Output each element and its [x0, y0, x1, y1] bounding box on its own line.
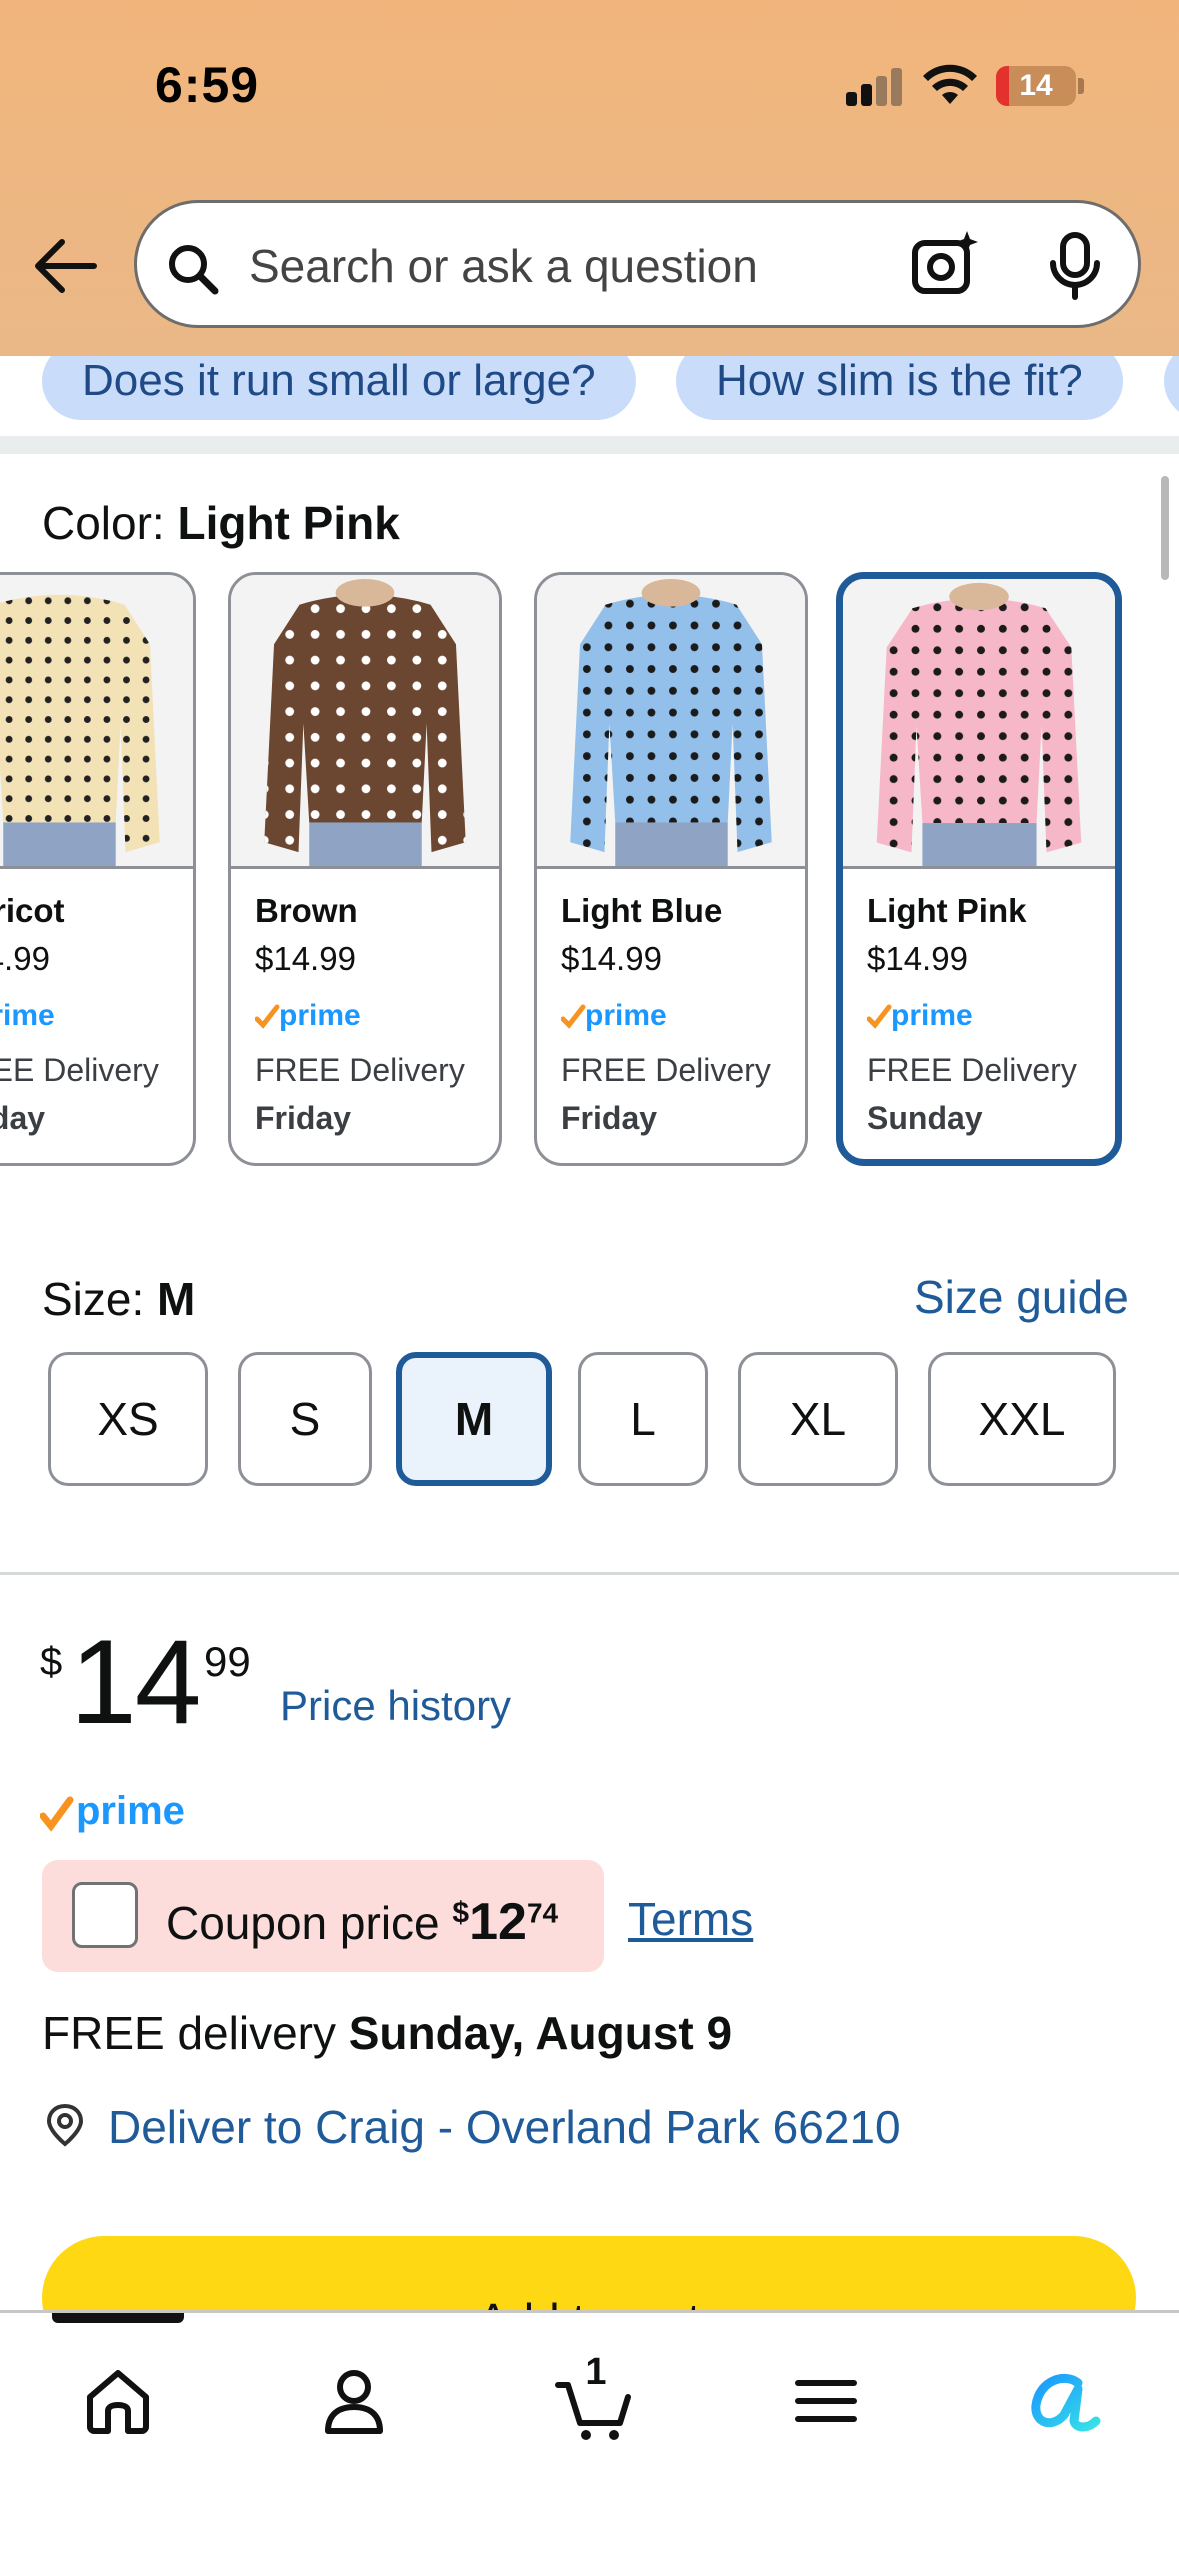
- nav-menu[interactable]: [766, 2355, 886, 2455]
- search-bar[interactable]: [134, 200, 1141, 328]
- cellular-signal-icon: [846, 66, 906, 106]
- price-whole: 14: [70, 1615, 201, 1749]
- size-guide-link[interactable]: Size guide: [914, 1270, 1129, 1324]
- color-swatch-light-pink[interactable]: Light Pink $14.99 prime FREE Delivery Su…: [836, 572, 1122, 1166]
- swatch-delivery: FREE Delivery: [0, 1052, 159, 1088]
- size-label-prefix: Size:: [42, 1273, 158, 1325]
- person-icon: [325, 2370, 383, 2434]
- price-cents: 99: [204, 1638, 251, 1685]
- active-tab-indicator: [52, 2313, 184, 2323]
- color-label-prefix: Color:: [42, 497, 178, 549]
- battery-icon: 14: [996, 66, 1076, 106]
- size-option-s[interactable]: S: [238, 1352, 372, 1486]
- question-chips: Does it run small or large? How slim is …: [0, 356, 1179, 436]
- product-image: [843, 579, 1115, 869]
- swatch-delivery-day: Sunday: [867, 1100, 983, 1136]
- search-input[interactable]: [249, 231, 809, 301]
- prime-logo-icon: prime: [40, 1789, 185, 1833]
- home-indicator-area: [0, 2486, 1179, 2556]
- scrollbar[interactable]: [1161, 476, 1169, 580]
- size-option-xs[interactable]: XS: [48, 1352, 208, 1486]
- color-swatch-light-blue[interactable]: Light Blue $14.99 prime FREE Delivery Fr…: [534, 572, 808, 1166]
- delivery-prefix: FREE delivery: [42, 2007, 349, 2059]
- swatch-delivery-day: Friday: [561, 1100, 658, 1136]
- coupon-currency: $: [452, 1896, 470, 1930]
- swatch-name: Apricot: [0, 892, 65, 929]
- size-option-m[interactable]: M: [396, 1352, 552, 1486]
- bottom-nav-bar: 1: [0, 2310, 1179, 2556]
- color-swatch-apricot[interactable]: Apricot $14.99 prime FREE Delivery Frida…: [0, 572, 196, 1166]
- swatch-price: $14.99: [561, 940, 662, 977]
- camera-lens-icon[interactable]: [911, 229, 981, 299]
- coupon-terms-link[interactable]: Terms: [628, 1892, 753, 1946]
- home-icon: [87, 2370, 149, 2434]
- selected-size: M: [157, 1273, 196, 1325]
- coupon-cents: 74: [526, 1897, 559, 1929]
- status-time: 6:59: [155, 57, 260, 113]
- svg-text:prime: prime: [585, 999, 667, 1032]
- nav-account[interactable]: [294, 2355, 414, 2455]
- coupon-box[interactable]: Coupon price $1274: [42, 1860, 604, 1972]
- microphone-icon[interactable]: [1045, 231, 1105, 301]
- divider: [0, 1572, 1179, 1575]
- swatch-price: $14.99: [255, 940, 356, 977]
- selected-color: Light Pink: [177, 497, 400, 549]
- nav-rufus-assistant[interactable]: [1002, 2355, 1122, 2455]
- swatch-name: Light Pink: [867, 892, 1027, 929]
- size-option-l[interactable]: L: [578, 1352, 708, 1486]
- price-currency: $: [40, 1640, 63, 1684]
- swatch-delivery: FREE Delivery: [867, 1052, 1077, 1088]
- swatch-delivery-day: Friday: [0, 1100, 46, 1136]
- prime-logo-icon: prime: [254, 999, 361, 1032]
- color-swatch-list: Apricot $14.99 prime FREE Delivery Frida…: [0, 570, 1179, 1170]
- battery-tip: [1078, 78, 1084, 94]
- nav-home[interactable]: [58, 2355, 178, 2455]
- prime-logo-icon: prime: [866, 999, 973, 1032]
- prime-logo-icon: prime: [560, 999, 667, 1032]
- svg-text:prime: prime: [76, 1789, 185, 1833]
- swatch-name: Light Blue: [561, 892, 723, 929]
- size-label: Size: M: [42, 1272, 195, 1326]
- rufus-assistant-icon: [1031, 2373, 1101, 2432]
- swatch-name: Brown: [255, 892, 358, 929]
- delivery-info: FREE delivery Sunday, August 9: [42, 2006, 732, 2060]
- swatch-delivery: FREE Delivery: [561, 1052, 771, 1088]
- size-option-xxl[interactable]: XXL: [928, 1352, 1116, 1486]
- prime-logo-icon: prime: [0, 999, 55, 1032]
- svg-text:prime: prime: [279, 999, 361, 1032]
- hamburger-menu-icon: [795, 2380, 857, 2422]
- delivery-date: Sunday, August 9: [348, 2007, 733, 2059]
- back-arrow-icon[interactable]: [32, 236, 98, 296]
- product-image: [231, 575, 499, 869]
- search-icon: [169, 245, 219, 295]
- coupon-checkbox[interactable]: [72, 1882, 138, 1948]
- swatch-delivery-day: Friday: [255, 1100, 352, 1136]
- coupon-label: Coupon price: [166, 1897, 453, 1949]
- deliver-to-link[interactable]: Deliver to Craig - Overland Park 66210: [108, 2100, 901, 2154]
- location-pin-icon: [46, 2103, 84, 2147]
- svg-text:prime: prime: [0, 999, 55, 1032]
- coupon-whole: 12: [469, 1893, 527, 1951]
- coupon-text: Coupon price $1274: [166, 1892, 558, 1952]
- cart-count: 1: [585, 2351, 607, 2393]
- product-image: [0, 575, 193, 869]
- svg-text:prime: prime: [891, 999, 973, 1032]
- wifi-icon: [923, 64, 977, 104]
- nav-cart[interactable]: 1: [530, 2351, 650, 2455]
- price-history-link[interactable]: Price history: [280, 1682, 511, 1730]
- question-chip[interactable]: How slim is the fit?: [676, 356, 1123, 420]
- question-chip[interactable]: Does it run small or large?: [42, 356, 636, 420]
- top-header: 6:59 14: [0, 0, 1179, 356]
- size-option-xl[interactable]: XL: [738, 1352, 898, 1486]
- swatch-delivery: FREE Delivery: [255, 1052, 465, 1088]
- question-chip-partial[interactable]: [1164, 356, 1179, 420]
- section-separator: [0, 436, 1179, 454]
- battery-level: 14: [1019, 69, 1053, 102]
- swatch-price: $14.99: [0, 940, 50, 977]
- color-swatch-brown[interactable]: Brown $14.99 prime FREE Delivery Friday: [228, 572, 502, 1166]
- product-image: [537, 575, 805, 869]
- color-label: Color: Light Pink: [42, 496, 400, 550]
- swatch-price: $14.99: [867, 940, 968, 977]
